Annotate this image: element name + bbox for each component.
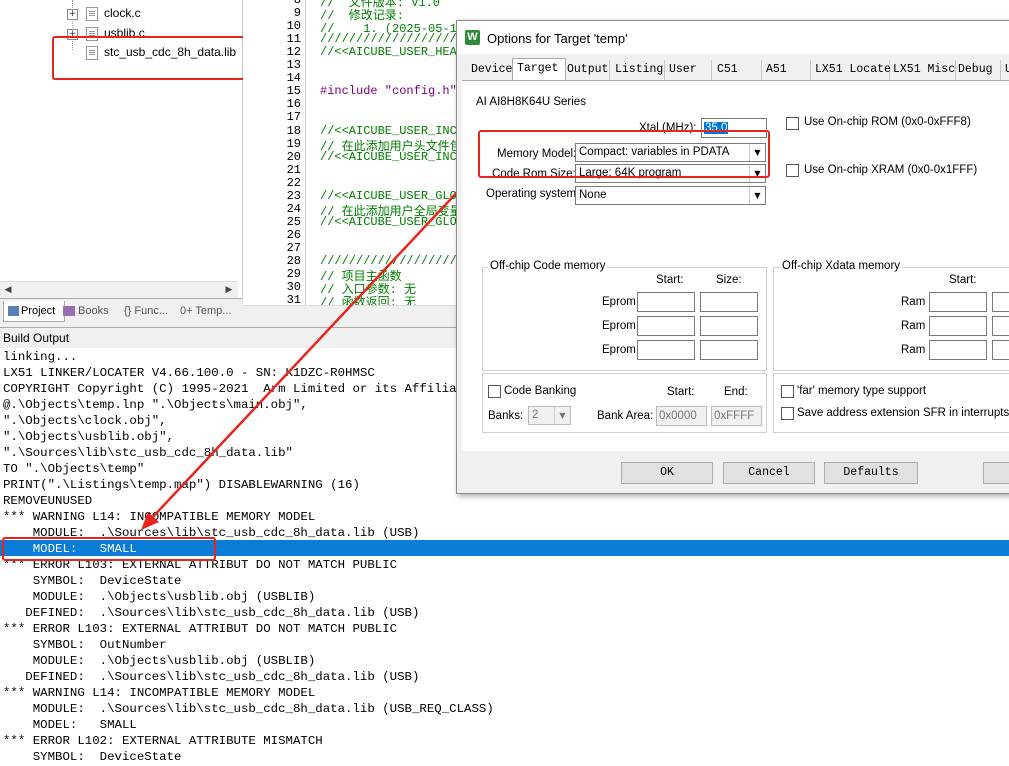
ram-label: Ram <box>901 296 926 308</box>
banks-select[interactable]: 2 ▼ <box>528 406 571 425</box>
offchip-xdata-title: Off-chip Xdata memory <box>780 260 903 272</box>
arrow-line <box>149 169 479 521</box>
dialog-titlebar[interactable]: W Options for Target 'temp' <box>457 21 1009 54</box>
onchip-xram-checkbox[interactable] <box>786 164 799 177</box>
tab-user[interactable]: User <box>665 60 712 80</box>
tab-a51[interactable]: A51 <box>762 60 811 80</box>
onchip-xram-label: Use On-chip XRAM (0x0-0x1FFF) <box>804 164 978 176</box>
onchip-rom-checkbox[interactable] <box>786 117 799 130</box>
eprom3-size-input[interactable] <box>700 340 758 360</box>
chevron-down-icon[interactable]: ▼ <box>749 187 765 204</box>
code-banking-label: Code Banking <box>504 385 577 397</box>
tab-utilities[interactable]: U <box>1001 60 1009 80</box>
bank-start-input[interactable]: 0x0000 <box>656 406 707 426</box>
options-dialog: W Options for Target 'temp' Device Targe… <box>456 20 1009 494</box>
os-select[interactable]: None ▼ <box>575 186 766 205</box>
ram3-size-input[interactable] <box>992 340 1009 360</box>
onchip-rom-label: Use On-chip ROM (0x0-0xFFF8) <box>804 116 971 128</box>
eprom-label: Eprom <box>602 296 636 308</box>
tab-lx51-misc[interactable]: LX51 Misc <box>889 60 956 80</box>
os-label: Operating system: <box>486 188 580 200</box>
device-label: AI AI8H8K64U Series <box>476 96 586 108</box>
eprom1-start-input[interactable] <box>637 292 695 312</box>
bank-end-label: End: <box>724 386 748 398</box>
save-sfr-label: Save address extension SFR in interrupts <box>797 407 1009 419</box>
far-memory-checkbox[interactable] <box>781 385 794 398</box>
ram3-start-input[interactable] <box>929 340 987 360</box>
bank-end-input[interactable]: 0xFFFF <box>711 406 762 426</box>
ram2-size-input[interactable] <box>992 316 1009 336</box>
far-memory-group <box>773 373 1009 433</box>
code-banking-checkbox[interactable] <box>488 385 501 398</box>
tab-debug[interactable]: Debug <box>954 60 1001 80</box>
ok-button[interactable]: OK <box>621 462 713 484</box>
tab-device[interactable]: Device <box>467 60 516 80</box>
ram-label: Ram <box>901 344 926 356</box>
offchip-code-title: Off-chip Code memory <box>488 260 608 272</box>
tab-lx51-locate[interactable]: LX51 Locate <box>811 60 891 80</box>
help-button[interactable] <box>983 462 1009 484</box>
tab-c51[interactable]: C51 <box>713 60 762 80</box>
dialog-title: Options for Target 'temp' <box>487 31 628 46</box>
bank-start-label: Start: <box>667 386 695 398</box>
ram2-start-input[interactable] <box>929 316 987 336</box>
far-memory-label: 'far' memory type support <box>797 385 927 397</box>
eprom1-size-input[interactable] <box>700 292 758 312</box>
chevron-down-icon[interactable]: ▼ <box>554 407 570 424</box>
ram1-start-input[interactable] <box>929 292 987 312</box>
offchip-code-start-label: Start: <box>656 274 684 286</box>
eprom2-size-input[interactable] <box>700 316 758 336</box>
eprom3-start-input[interactable] <box>637 340 695 360</box>
save-sfr-checkbox[interactable] <box>781 407 794 420</box>
bank-area-label: Bank Area: <box>597 410 654 422</box>
eprom2-start-input[interactable] <box>637 316 695 336</box>
tab-target[interactable]: Target <box>512 58 566 82</box>
annotation-box-memory-model <box>478 130 770 178</box>
tab-listing[interactable]: Listing <box>611 60 665 80</box>
cancel-button[interactable]: Cancel <box>723 462 815 484</box>
eprom-label: Eprom <box>602 320 636 332</box>
ram-label: Ram <box>901 320 926 332</box>
defaults-button[interactable]: Defaults <box>824 462 918 484</box>
keil-icon: W <box>465 30 480 45</box>
banks-label: Banks: <box>488 410 524 422</box>
offchip-code-size-label: Size: <box>716 274 742 286</box>
ram1-size-input[interactable] <box>992 292 1009 312</box>
offchip-xdata-start-label: Start: <box>949 274 977 286</box>
tab-output[interactable]: Output <box>563 60 610 80</box>
eprom-label: Eprom <box>602 344 636 356</box>
